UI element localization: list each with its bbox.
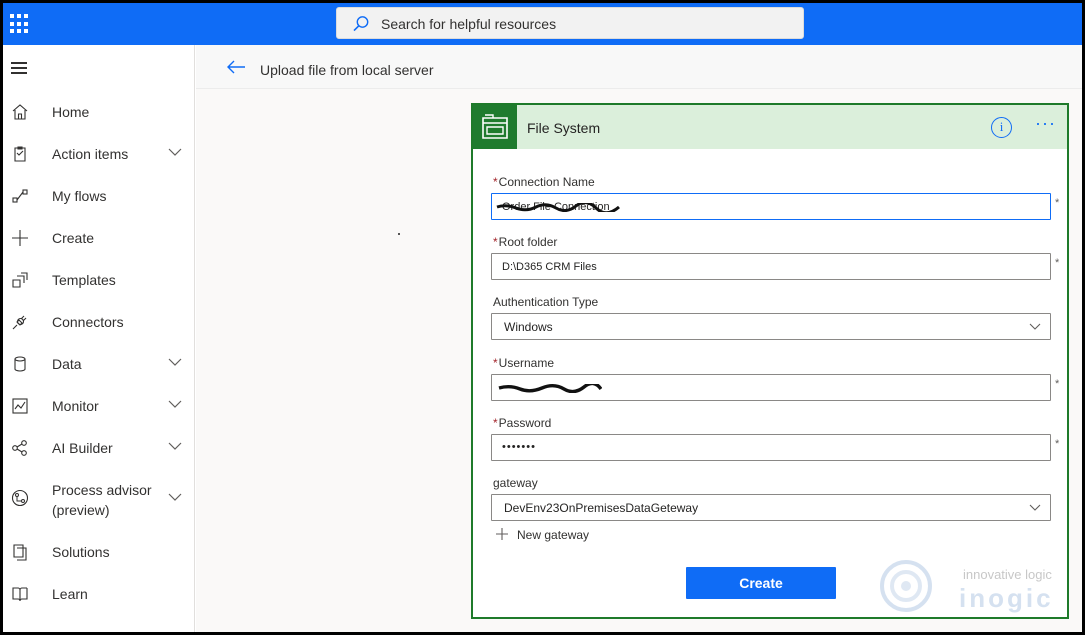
nav-label: Create	[52, 230, 95, 246]
info-icon[interactable]: i	[991, 117, 1012, 138]
breadcrumb: Upload file from local server	[196, 45, 1082, 89]
chevron-down-icon[interactable]	[168, 147, 182, 157]
back-arrow-icon[interactable]	[226, 59, 246, 75]
username-input[interactable]	[491, 374, 1051, 401]
plus-icon	[12, 230, 28, 246]
nav-label: Action items	[52, 146, 129, 162]
username-label: *Username	[493, 356, 555, 370]
nav-label: My flows	[52, 188, 107, 204]
nav-item-solutions[interactable]: Solutions	[3, 531, 195, 573]
required-marker: *	[1055, 438, 1060, 450]
card-title: File System	[527, 120, 601, 136]
chevron-down-icon[interactable]	[168, 441, 182, 451]
auth-type-dropdown[interactable]: Windows	[491, 313, 1051, 340]
required-marker: *	[1055, 378, 1060, 390]
page-title: Upload file from local server	[260, 62, 434, 78]
chart-icon	[12, 398, 28, 414]
plug-icon	[12, 315, 27, 330]
root-folder-input[interactable]: D:\D365 CRM Files	[491, 253, 1051, 280]
nav-item-create[interactable]: Create	[3, 217, 195, 259]
nav-item-action-items[interactable]: Action items	[3, 133, 195, 175]
top-bar: Search for helpful resources	[3, 3, 1082, 45]
flow-icon	[12, 189, 28, 203]
watermark-tagline: innovative logic	[963, 567, 1052, 582]
nav-item-data[interactable]: Data	[3, 343, 195, 385]
book-icon	[12, 587, 28, 602]
nav-label: AI Builder	[52, 440, 113, 456]
chevron-down-icon[interactable]	[168, 357, 182, 367]
clipboard-icon	[14, 146, 26, 162]
nav-item-learn[interactable]: Learn	[3, 573, 195, 615]
auth-type-label: Authentication Type	[493, 295, 599, 309]
watermark-emblem-icon	[880, 560, 932, 612]
app-window: Search for helpful resources Home Action…	[3, 3, 1082, 632]
file-system-icon	[473, 105, 517, 149]
nav-item-process-advisor[interactable]: Process advisor (preview)	[3, 469, 195, 527]
nav-label: Home	[52, 104, 90, 120]
root-folder-value: D:\D365 CRM Files	[502, 261, 597, 273]
gateway-value: DevEnv23OnPremisesDataGeteway	[504, 501, 699, 515]
watermark-logo: innovative logic inogic	[879, 557, 1065, 617]
hamburger-menu-icon[interactable]	[11, 62, 27, 74]
nav-item-ai-builder[interactable]: AI Builder	[3, 427, 195, 469]
gateway-dropdown[interactable]: DevEnv23OnPremisesDataGeteway	[491, 494, 1051, 521]
redaction-scribble	[498, 384, 602, 393]
new-gateway-label: New gateway	[517, 528, 590, 542]
solutions-icon	[13, 544, 27, 561]
nav-item-templates[interactable]: Templates	[3, 259, 195, 301]
redaction-scribble	[496, 203, 620, 212]
password-label: *Password	[493, 416, 552, 430]
nav-label: Data	[52, 356, 82, 372]
chevron-down-icon[interactable]	[168, 492, 182, 502]
password-input[interactable]: •••••••	[491, 434, 1051, 461]
required-marker: *	[1055, 197, 1060, 209]
nav-label: Connectors	[52, 314, 124, 330]
chevron-down-icon	[1029, 323, 1041, 330]
app-launcher-icon[interactable]	[10, 14, 30, 34]
gateway-label: gateway	[493, 476, 538, 490]
root-folder-label: *Root folder	[493, 235, 558, 249]
search-placeholder: Search for helpful resources	[381, 16, 557, 32]
database-icon	[14, 356, 26, 372]
auth-type-value: Windows	[504, 320, 553, 334]
more-options-icon[interactable]: ···	[1035, 114, 1059, 137]
plus-icon	[496, 528, 508, 540]
canvas-dot	[398, 233, 400, 235]
nav-item-my-flows[interactable]: My flows	[3, 175, 195, 217]
search-box[interactable]: Search for helpful resources	[336, 7, 804, 39]
process-icon	[11, 489, 29, 507]
ai-icon	[12, 440, 27, 456]
templates-icon	[12, 272, 28, 288]
nav-label: Process advisor	[52, 482, 152, 498]
password-value: •••••••	[502, 441, 536, 453]
required-marker: *	[1055, 257, 1060, 269]
card-header: File System i ···	[473, 105, 1067, 149]
connection-name-input[interactable]: Order File Connection	[491, 193, 1051, 220]
nav-label: Monitor	[52, 398, 99, 414]
home-icon	[12, 104, 28, 120]
chevron-down-icon	[1029, 504, 1041, 511]
connection-name-label: *Connection Name	[493, 175, 595, 189]
nav-item-monitor[interactable]: Monitor	[3, 385, 195, 427]
nav-label: Solutions	[52, 544, 110, 560]
nav-item-home[interactable]: Home	[3, 91, 195, 133]
connection-card: File System i ··· *Connection Name Order…	[471, 103, 1069, 619]
nav-label: Learn	[52, 586, 88, 602]
nav-label: Templates	[52, 272, 116, 288]
nav-label-secondary: (preview)	[52, 502, 110, 518]
create-button[interactable]: Create	[686, 567, 836, 599]
chevron-down-icon[interactable]	[168, 399, 182, 409]
left-nav: Home Action items My flows Create Templa…	[3, 45, 195, 632]
search-icon	[353, 16, 369, 32]
watermark-brand: inogic	[959, 583, 1054, 613]
nav-item-connectors[interactable]: Connectors	[3, 301, 195, 343]
